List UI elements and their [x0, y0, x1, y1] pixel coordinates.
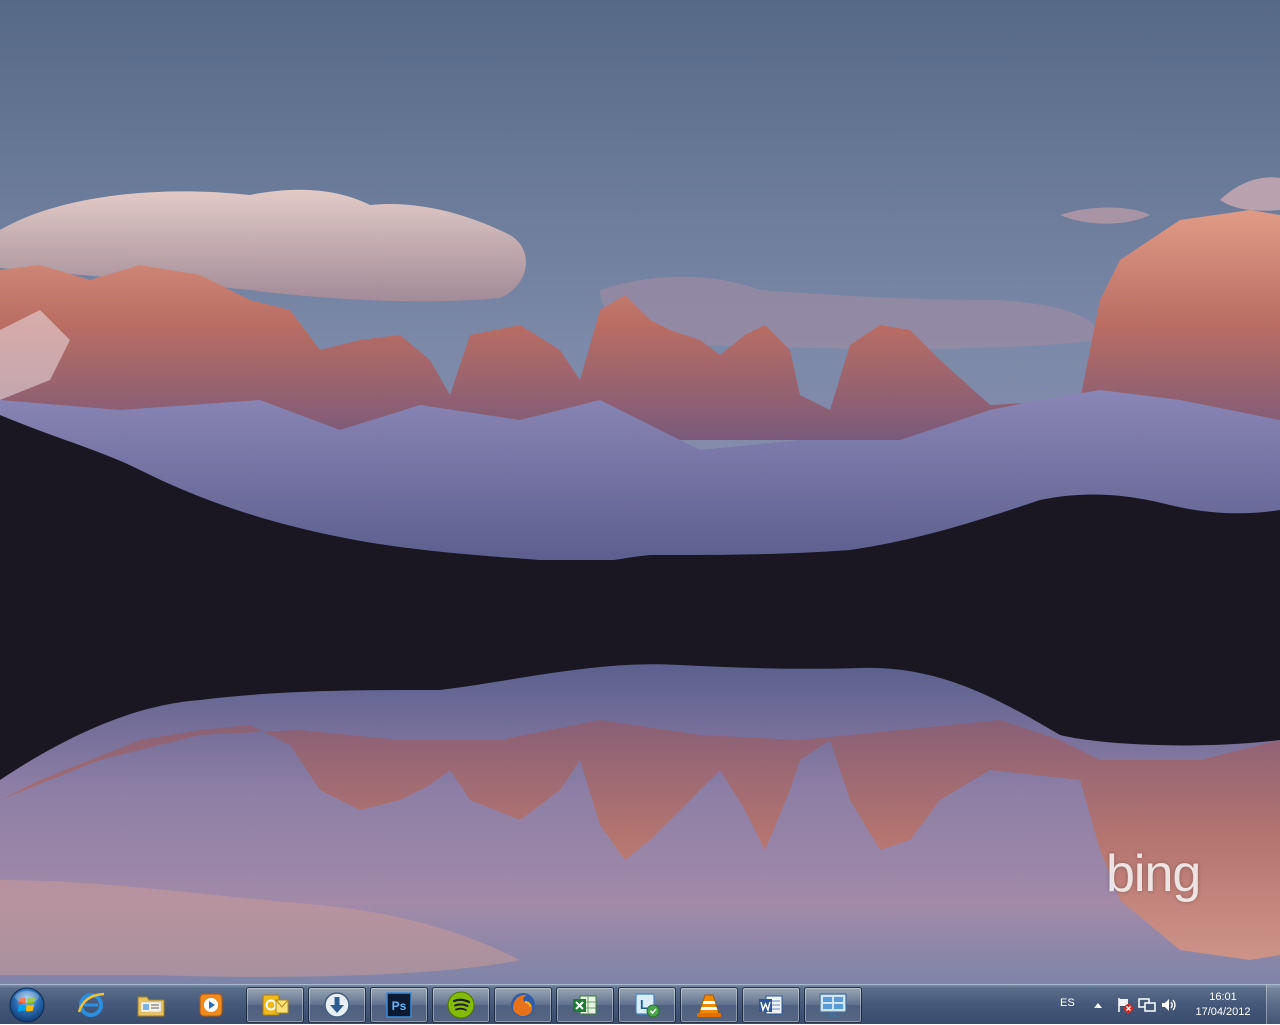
- desktop[interactable]: bing: [0, 0, 1280, 984]
- taskbar: Ps L ES 16:01 17/04/2012: [0, 984, 1280, 1025]
- taskbar-button-firefox[interactable]: [494, 987, 552, 1023]
- taskbar-button-word[interactable]: [742, 987, 800, 1023]
- show-hidden-icons-icon[interactable]: [1092, 999, 1104, 1011]
- excel-icon: [573, 995, 597, 1015]
- action-center-icon[interactable]: [1116, 996, 1134, 1014]
- taskbar-button-download-manager[interactable]: [308, 987, 366, 1023]
- windows-explorer-icon: [137, 996, 165, 1017]
- taskbar-button-excel[interactable]: [556, 987, 614, 1023]
- vlc-icon: [697, 994, 721, 1017]
- taskbar-button-windows-explorer[interactable]: [122, 987, 180, 1023]
- notification-area: ES 16:01 17/04/2012: [1052, 985, 1280, 1025]
- show-desktop-button[interactable]: [1266, 985, 1280, 1025]
- internet-explorer-icon: [77, 992, 105, 1017]
- photoshop-label: Ps: [392, 999, 407, 1013]
- spotify-icon: [447, 991, 475, 1019]
- word-icon: [759, 995, 783, 1015]
- lync-icon: L: [635, 993, 660, 1018]
- firefox-icon: [511, 993, 535, 1017]
- remote-desktop-icon: [819, 993, 847, 1017]
- clock-time: 16:01: [1209, 991, 1237, 1003]
- taskbar-button-remote-desktop[interactable]: [804, 987, 862, 1023]
- volume-icon[interactable]: [1160, 996, 1178, 1014]
- taskbar-button-spotify[interactable]: [432, 987, 490, 1023]
- taskbar-button-outlook[interactable]: [246, 987, 304, 1023]
- windows-media-player-icon: [199, 993, 223, 1017]
- start-button[interactable]: [2, 986, 52, 1024]
- windows-logo-icon: [9, 987, 45, 1023]
- taskbar-button-internet-explorer[interactable]: [62, 987, 120, 1023]
- bing-watermark: bing: [1106, 845, 1201, 903]
- taskbar-button-windows-media-player[interactable]: [182, 987, 240, 1023]
- taskbar-button-lync[interactable]: L: [618, 987, 676, 1023]
- language-indicator[interactable]: ES: [1060, 997, 1075, 1009]
- taskbar-button-vlc[interactable]: [680, 987, 738, 1023]
- network-icon[interactable]: [1138, 996, 1156, 1014]
- clock-date: 17/04/2012: [1195, 1006, 1251, 1018]
- system-clock[interactable]: 16:01 17/04/2012: [1182, 990, 1264, 1020]
- outlook-icon: [262, 994, 289, 1016]
- photoshop-icon: Ps: [386, 992, 412, 1018]
- taskbar-button-photoshop[interactable]: Ps: [370, 987, 428, 1023]
- wallpaper-image: [0, 0, 1280, 984]
- download-manager-icon: [324, 992, 350, 1018]
